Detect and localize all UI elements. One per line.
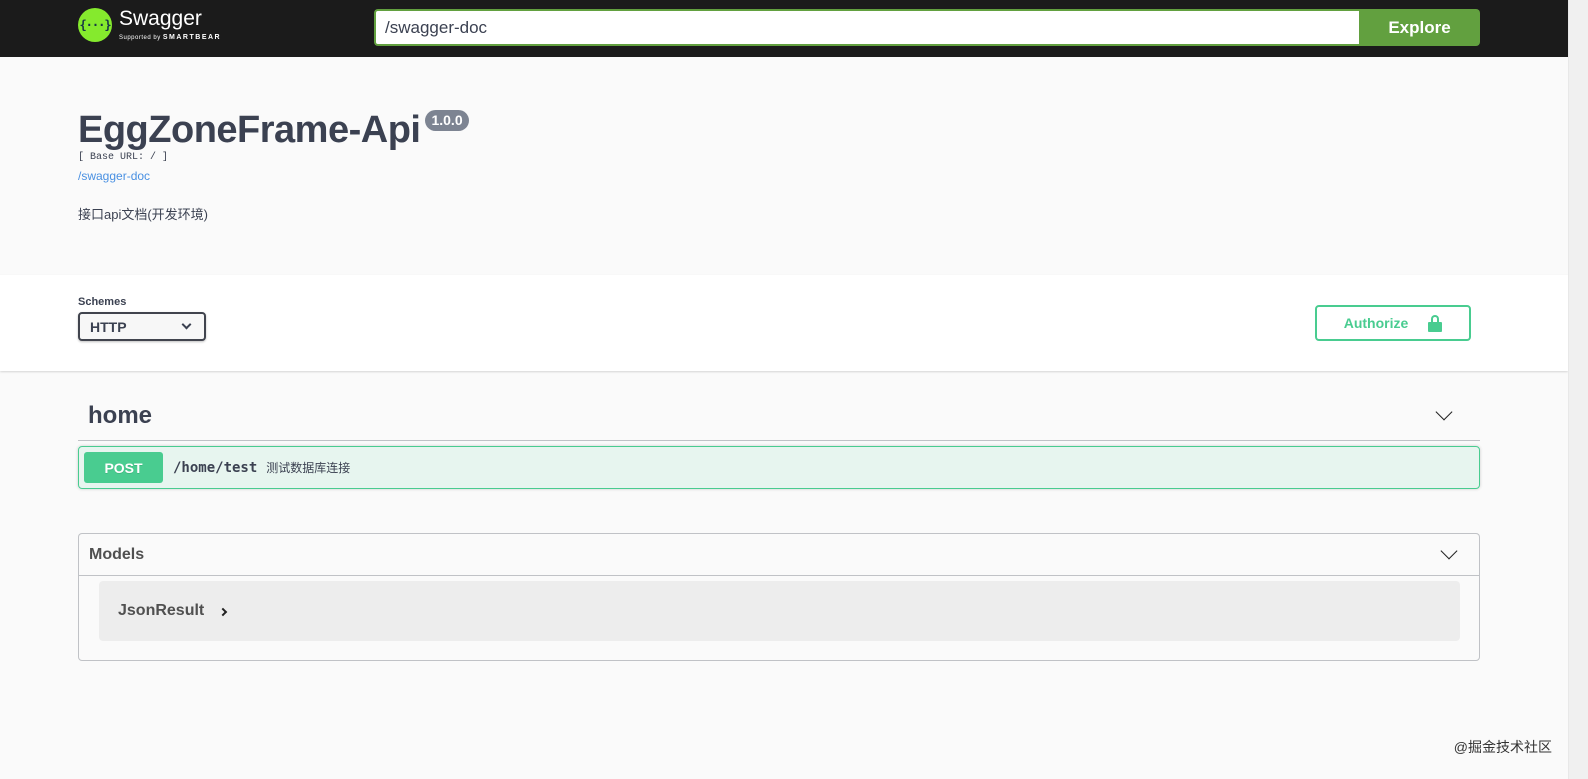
logo-subtitle: Supported by SMARTBEAR xyxy=(119,34,221,41)
model-name: JsonResult xyxy=(118,602,205,619)
watermark: @掘金技术社区 xyxy=(1453,739,1552,755)
schemes-select[interactable]: HTTP xyxy=(78,312,206,341)
chevron-down-icon xyxy=(181,319,192,330)
model-jsonresult[interactable]: JsonResult xyxy=(99,581,1460,641)
method-badge-post: POST xyxy=(84,452,163,483)
swagger-logo[interactable]: {···} Swagger Supported by SMARTBEAR xyxy=(78,8,221,42)
models-header[interactable]: Models xyxy=(79,534,1479,576)
swagger-braces-icon: {···} xyxy=(78,8,112,42)
models-title: Models xyxy=(89,545,145,563)
logo-brand: SMARTBEAR xyxy=(162,34,222,41)
vertical-scrollbar[interactable] xyxy=(1568,0,1588,779)
unlock-icon xyxy=(1428,314,1443,332)
logo-title: Swagger xyxy=(119,7,202,30)
version-badge: 1.0.0 xyxy=(425,110,469,131)
tag-header-home[interactable]: home xyxy=(78,391,1480,441)
operation-path: /home/test xyxy=(173,459,258,476)
chevron-right-icon[interactable] xyxy=(219,607,228,617)
operation-summary: 测试数据库连接 xyxy=(266,461,351,475)
spec-doc-link[interactable]: /swagger-doc xyxy=(78,169,469,183)
chevron-down-icon[interactable] xyxy=(1435,403,1453,421)
topbar: {···} Swagger Supported by SMARTBEAR Exp… xyxy=(0,0,1568,57)
operation-post-home-test[interactable]: POST /home/test 测试数据库连接 xyxy=(78,446,1480,489)
lock-body xyxy=(1428,321,1443,332)
logo-supported-by: Supported by xyxy=(119,35,161,41)
scheme-container: Schemes HTTP Authorize xyxy=(0,275,1568,371)
explore-button[interactable]: Explore xyxy=(1359,9,1480,46)
title-row: EggZoneFrame-Api 1.0.0 xyxy=(78,106,469,154)
api-info: EggZoneFrame-Api 1.0.0 [ Base URL: / ] /… xyxy=(78,106,469,223)
models-section: Models JsonResult xyxy=(78,533,1480,661)
spec-url-input[interactable] xyxy=(374,9,1359,46)
explore-form: Explore xyxy=(374,9,1480,46)
authorize-label: Authorize xyxy=(1343,315,1409,331)
tag-section-home: home POST /home/test 测试数据库连接 xyxy=(78,391,1480,489)
tag-name: home xyxy=(88,401,153,429)
schemes-selected-value: HTTP xyxy=(90,318,127,335)
logo-text: Swagger Supported by SMARTBEAR xyxy=(119,7,221,42)
api-description: 接口api文档(开发环境) xyxy=(78,207,209,222)
chevron-down-icon[interactable] xyxy=(1440,542,1458,560)
api-title: EggZoneFrame-Api xyxy=(78,109,421,151)
schemes-label: Schemes xyxy=(78,296,127,308)
authorize-button[interactable]: Authorize xyxy=(1315,305,1471,341)
